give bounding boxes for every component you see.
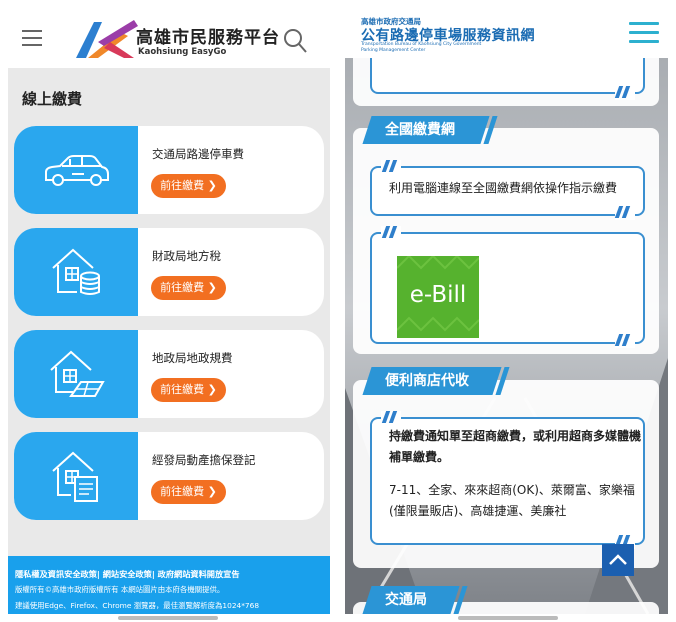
payment-card-tax[interactable]: 財政局地方稅 前往繳費 ❯: [14, 228, 324, 316]
card-title: 財政局地方稅: [152, 249, 221, 263]
card-icon-panel: [14, 330, 138, 418]
quote-open-icon: [381, 411, 401, 425]
site-footer: 隱私權及資訊安全政策| 網站安全政策| 政府網站資料開放宣告 版權所有©高雄市政…: [8, 556, 330, 614]
search-icon[interactable]: [283, 28, 307, 54]
quote-close-icon: [614, 86, 635, 100]
quote-open-icon: [381, 226, 401, 240]
footer-browser-note: 建議使用Edge、Firefox、Chrome 瀏覽器，最佳瀏覽解析度為1024…: [15, 601, 260, 610]
payment-card-parking[interactable]: 交通局路邊停車費 前往繳費 ❯: [14, 126, 324, 214]
section-tag-national: 全國繳費網: [362, 116, 490, 144]
back-to-top-button[interactable]: [602, 544, 634, 576]
home-indicator: [458, 616, 558, 620]
convenience-store-list: 7-11、全家、來來超商(OK)、萊爾富、家樂福(僅限量販店)、高雄捷運、美廉社: [389, 483, 635, 518]
footer-copyright: 版權所有©高雄市政府版權所有 本網站圖片由本府各機關提供。: [15, 585, 225, 594]
section-tag-convenience: 便利商店代收: [362, 367, 502, 395]
payment-card-land[interactable]: 地政局地政規費 前往繳費 ❯: [14, 330, 324, 418]
site-subtitle: Kaohsiung EasyGo: [138, 47, 227, 57]
card-title: 經發局動產擔保登記: [152, 453, 256, 467]
payment-card-secured[interactable]: 經發局動產擔保登記 前往繳費 ❯: [14, 432, 324, 520]
pay-button-parking[interactable]: 前往繳費 ❯: [151, 174, 226, 198]
previous-quote-box: [370, 58, 645, 94]
agency-english: Transportation Bureau of Kaohsiung City …: [361, 42, 482, 47]
section-title: 線上繳費: [22, 90, 83, 108]
card-icon-panel: [14, 432, 138, 520]
card-title: 交通局路邊停車費: [152, 147, 244, 161]
national-description: 利用電腦連線至全國繳費網依操作指示繳費: [389, 181, 618, 195]
section-tag-transport: 交通局: [362, 586, 460, 614]
menu-icon[interactable]: [629, 22, 659, 46]
house-document-icon: [52, 451, 98, 502]
convenience-instruction: 持繳費通知單至超商繳費，或利用超商多媒體機補單繳費。: [389, 429, 642, 464]
card-title: 地政局地政規費: [152, 351, 233, 365]
kaohsiung-logo-icon[interactable]: [68, 18, 140, 62]
ebill-text: e-Bill: [409, 282, 467, 308]
pay-button-tax[interactable]: 前往繳費 ❯: [151, 276, 226, 300]
parking-site-header: 高雄市政府交通局 公有路邊停車場服務資訊網 Transportation Bur…: [345, 8, 668, 58]
card-icon-panel: [14, 126, 138, 214]
menu-icon[interactable]: [22, 30, 42, 46]
footer-policy-links[interactable]: 隱私權及資訊安全政策| 網站安全政策| 政府網站資料開放宣告: [15, 568, 240, 580]
home-indicator: [118, 616, 218, 620]
pay-button-secured[interactable]: 前往繳費 ❯: [151, 480, 226, 504]
right-screen: 高雄市政府交通局 公有路邊停車場服務資訊網 Transportation Bur…: [345, 8, 668, 614]
quote-close-icon: [614, 334, 635, 348]
car-icon: [45, 155, 109, 186]
ebill-logo[interactable]: e-Bill: [397, 256, 479, 338]
site-header: 高雄市民服務平台 Kaohsiung EasyGo: [8, 8, 330, 68]
left-screen: 高雄市民服務平台 Kaohsiung EasyGo 線上繳費 交通局路邊停車費 …: [8, 8, 330, 614]
quote-open-icon: [381, 160, 401, 174]
chevron-up-icon: [609, 554, 627, 565]
house-land-icon: [50, 350, 105, 397]
house-coins-icon: [52, 248, 100, 295]
center-english: Parking Management Center: [361, 48, 426, 53]
card-icon-panel: [14, 228, 138, 316]
site-title[interactable]: 高雄市民服務平台: [136, 23, 280, 48]
quote-close-icon: [614, 206, 635, 220]
pay-button-land[interactable]: 前往繳費 ❯: [151, 378, 226, 402]
